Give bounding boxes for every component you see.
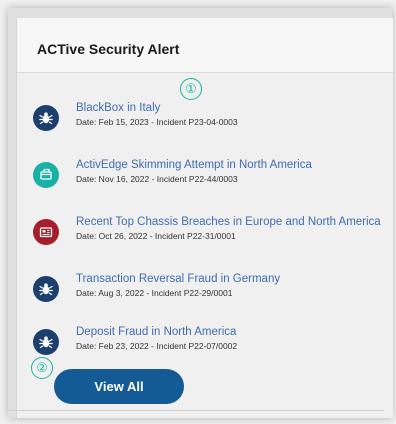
bug-icon [33, 105, 59, 131]
alert-item[interactable]: ActivEdge Skimming Attempt in North Amer… [17, 158, 393, 202]
card-header: ACTive Security Alert [17, 18, 393, 73]
alert-meta: Date: Feb 15, 2023 - Incident P23-04-000… [76, 117, 238, 127]
card-title: ACTive Security Alert [37, 41, 180, 57]
bug-icon [33, 276, 59, 302]
alert-title-link[interactable]: BlackBox in Italy [76, 101, 160, 115]
chassis-icon [33, 219, 59, 245]
alert-title-link[interactable]: Deposit Fraud in North America [76, 325, 236, 339]
alert-meta: Date: Feb 23, 2022 - Incident P22-07/000… [76, 341, 238, 351]
security-alert-card: ACTive Security Alert BlackBox in Italy … [16, 18, 393, 418]
annotation-marker-2: ② [31, 357, 53, 379]
alert-item[interactable]: Recent Top Chassis Breaches in Europe an… [17, 215, 393, 259]
alert-meta: Date: Oct 26, 2022 - Incident P22-31/000… [76, 231, 236, 241]
view-all-button[interactable]: View All [54, 369, 184, 404]
widget-frame: ACTive Security Alert BlackBox in Italy … [8, 8, 393, 418]
annotation-marker-1: ① [180, 78, 202, 100]
alert-item[interactable]: Deposit Fraud in North America Date: Feb… [17, 325, 393, 369]
card-reader-icon [33, 162, 59, 188]
alert-title-link[interactable]: ActivEdge Skimming Attempt in North Amer… [76, 158, 312, 172]
alert-item[interactable]: Transaction Reversal Fraud in Germany Da… [17, 272, 393, 316]
alert-title-link[interactable]: Transaction Reversal Fraud in Germany [76, 272, 280, 286]
alert-item[interactable]: BlackBox in Italy Date: Feb 15, 2023 - I… [17, 101, 393, 145]
bug-icon [33, 329, 59, 355]
alert-title-link[interactable]: Recent Top Chassis Breaches in Europe an… [76, 215, 381, 229]
divider [8, 410, 384, 411]
alert-meta: Date: Aug 3, 2022 - Incident P22-29/0001 [76, 288, 233, 298]
alert-meta: Date: Nov 16, 2022 - Incident P22-44/000… [76, 174, 238, 184]
